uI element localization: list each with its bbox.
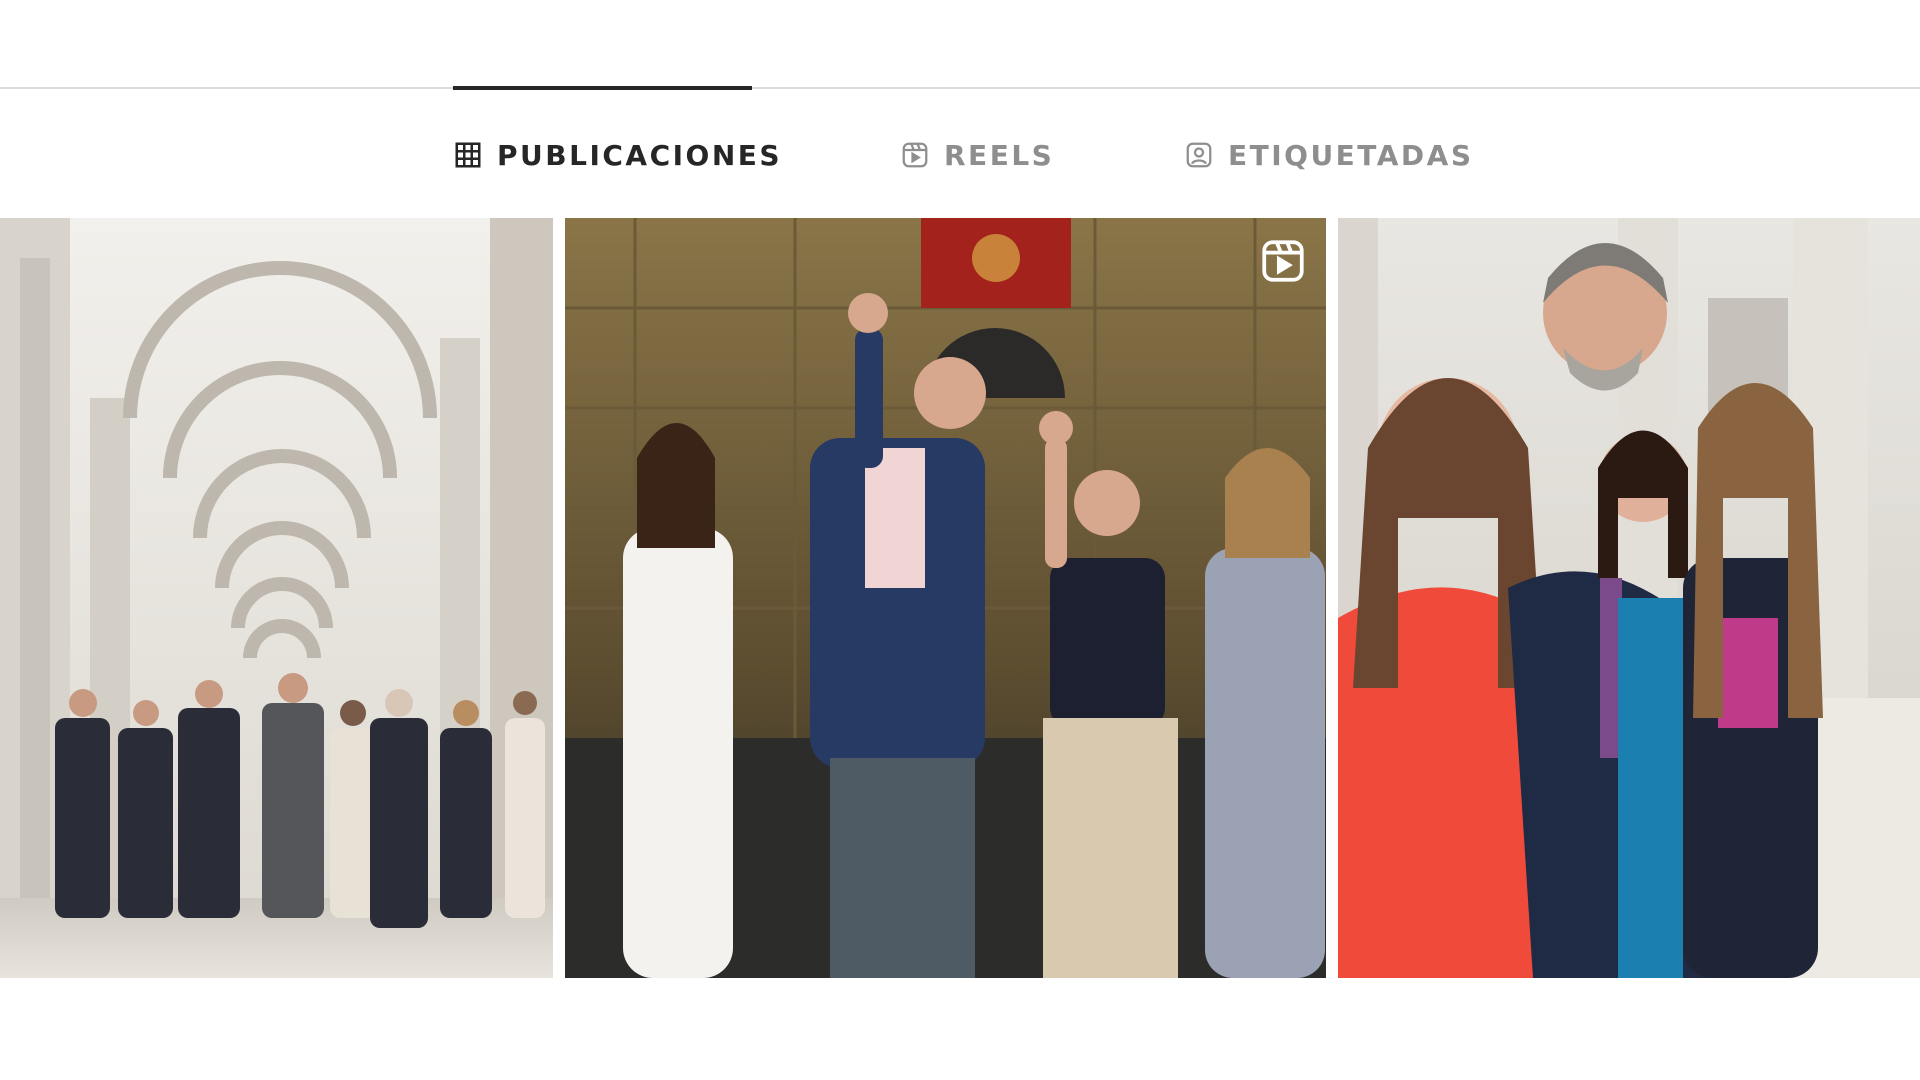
tab-tagged[interactable]: ETIQUETADAS	[1184, 130, 1473, 180]
reels-icon	[900, 140, 930, 170]
profile-tabs: PUBLICACIONES REELS ETIQUETADAS	[0, 130, 1920, 180]
post-image	[0, 218, 553, 978]
tab-reels-label: REELS	[944, 138, 1055, 172]
post-image	[1338, 218, 1920, 978]
profile-divider	[0, 87, 1920, 89]
tab-posts[interactable]: PUBLICACIONES	[453, 130, 782, 180]
active-tab-indicator	[453, 86, 752, 90]
post-image	[565, 218, 1326, 978]
post-thumbnail[interactable]	[0, 218, 553, 978]
reel-badge-icon	[1262, 240, 1304, 282]
post-thumbnail[interactable]	[565, 218, 1326, 978]
tab-posts-label: PUBLICACIONES	[497, 138, 783, 172]
grid-icon	[453, 140, 483, 170]
tab-reels[interactable]: REELS	[900, 130, 1054, 180]
tagged-icon	[1184, 140, 1214, 170]
post-thumbnail[interactable]	[1338, 218, 1920, 978]
tab-tagged-label: ETIQUETADAS	[1228, 138, 1474, 172]
